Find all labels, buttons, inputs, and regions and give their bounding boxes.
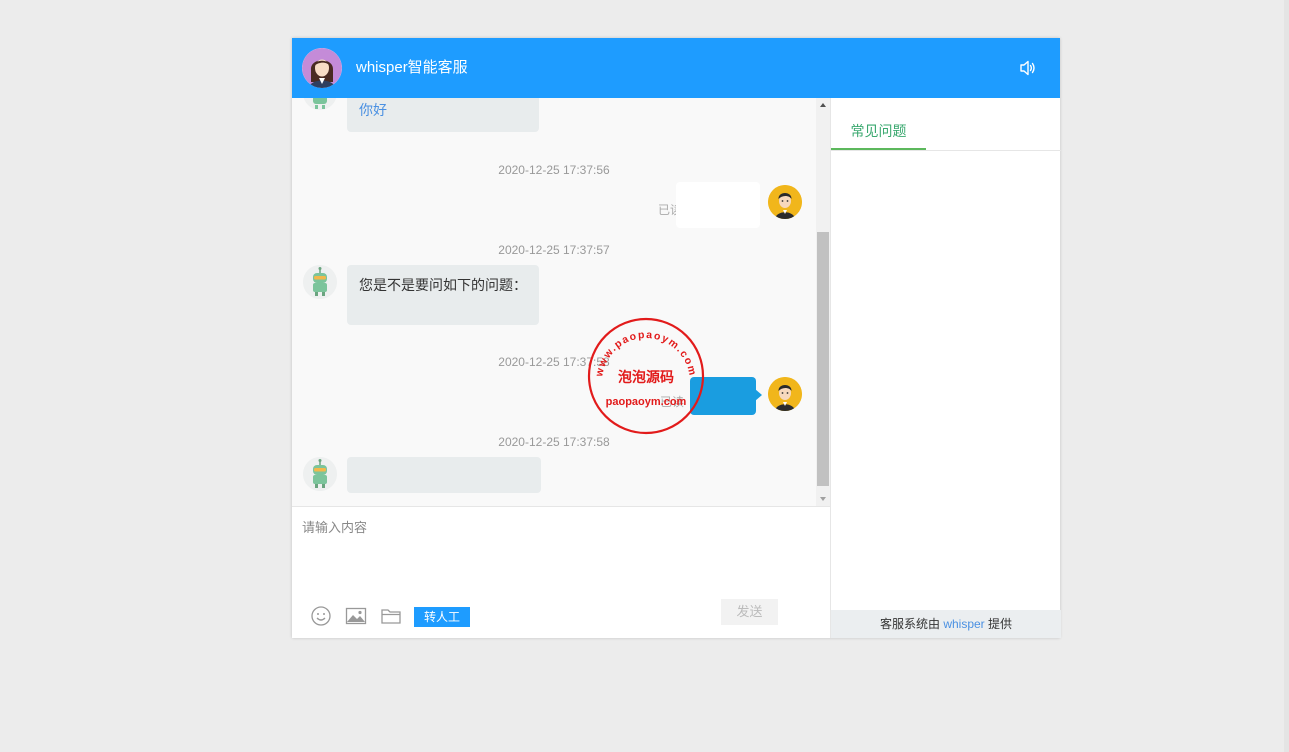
user-message (690, 377, 756, 415)
message-input[interactable] (298, 513, 826, 601)
speaker-icon[interactable] (1018, 58, 1038, 78)
bot-message (347, 457, 541, 493)
bot-avatar (303, 265, 337, 299)
footer-prefix: 客服系统由 (879, 617, 940, 631)
footer-brand-link[interactable]: whisper (943, 617, 984, 631)
chat-window: whisper智能客服 你好 2020-12-25 17:37:56 已读 20… (292, 38, 1061, 638)
page-edge (1284, 0, 1289, 752)
powered-by-footer: 客服系统由 whisper 提供 (831, 610, 1061, 638)
scroll-thumb[interactable] (817, 232, 829, 486)
input-area: 转人工 发送 (292, 506, 830, 638)
chat-scrollbar[interactable] (816, 98, 830, 506)
user-avatar (768, 377, 802, 411)
emoji-icon[interactable] (310, 605, 332, 627)
message-time: 2020-12-25 17:37:57 (498, 243, 610, 257)
chat-title: whisper智能客服 (356, 59, 468, 76)
message-text[interactable]: 你好 (359, 102, 387, 118)
faq-panel: 常见问题 客服系统由 whisper 提供 (830, 98, 1061, 638)
transfer-to-agent-button[interactable]: 转人工 (414, 607, 470, 627)
send-button[interactable]: 发送 (721, 599, 778, 625)
folder-icon[interactable] (380, 605, 402, 627)
message-time: 2020-12-25 17:37:58 (498, 435, 610, 449)
tab-divider (831, 150, 1061, 151)
agent-avatar (302, 48, 342, 88)
footer-suffix: 提供 (988, 617, 1013, 631)
chat-header: whisper智能客服 (292, 38, 1060, 98)
message-list[interactable]: 你好 2020-12-25 17:37:56 已读 2020-12-25 17:… (292, 98, 830, 506)
bot-avatar (303, 457, 337, 491)
bubble-tail (755, 389, 762, 401)
tab-faq[interactable]: 常见问题 (831, 118, 926, 150)
bot-message: 你好 (347, 98, 539, 132)
message-time: 2020-12-25 17:37:56 (498, 163, 610, 177)
message-text: 您是不是要问如下的问题： (359, 277, 527, 293)
read-status: 已读 (660, 395, 685, 409)
user-message (676, 182, 760, 228)
message-time: 2020-12-25 17:37:58 (498, 355, 610, 369)
scroll-up-arrow-icon[interactable] (816, 98, 830, 112)
user-avatar (768, 185, 802, 219)
bot-message: 您是不是要问如下的问题： (347, 265, 539, 325)
scroll-down-arrow-icon[interactable] (816, 492, 830, 506)
bot-avatar (303, 98, 337, 110)
image-icon[interactable] (345, 605, 367, 627)
